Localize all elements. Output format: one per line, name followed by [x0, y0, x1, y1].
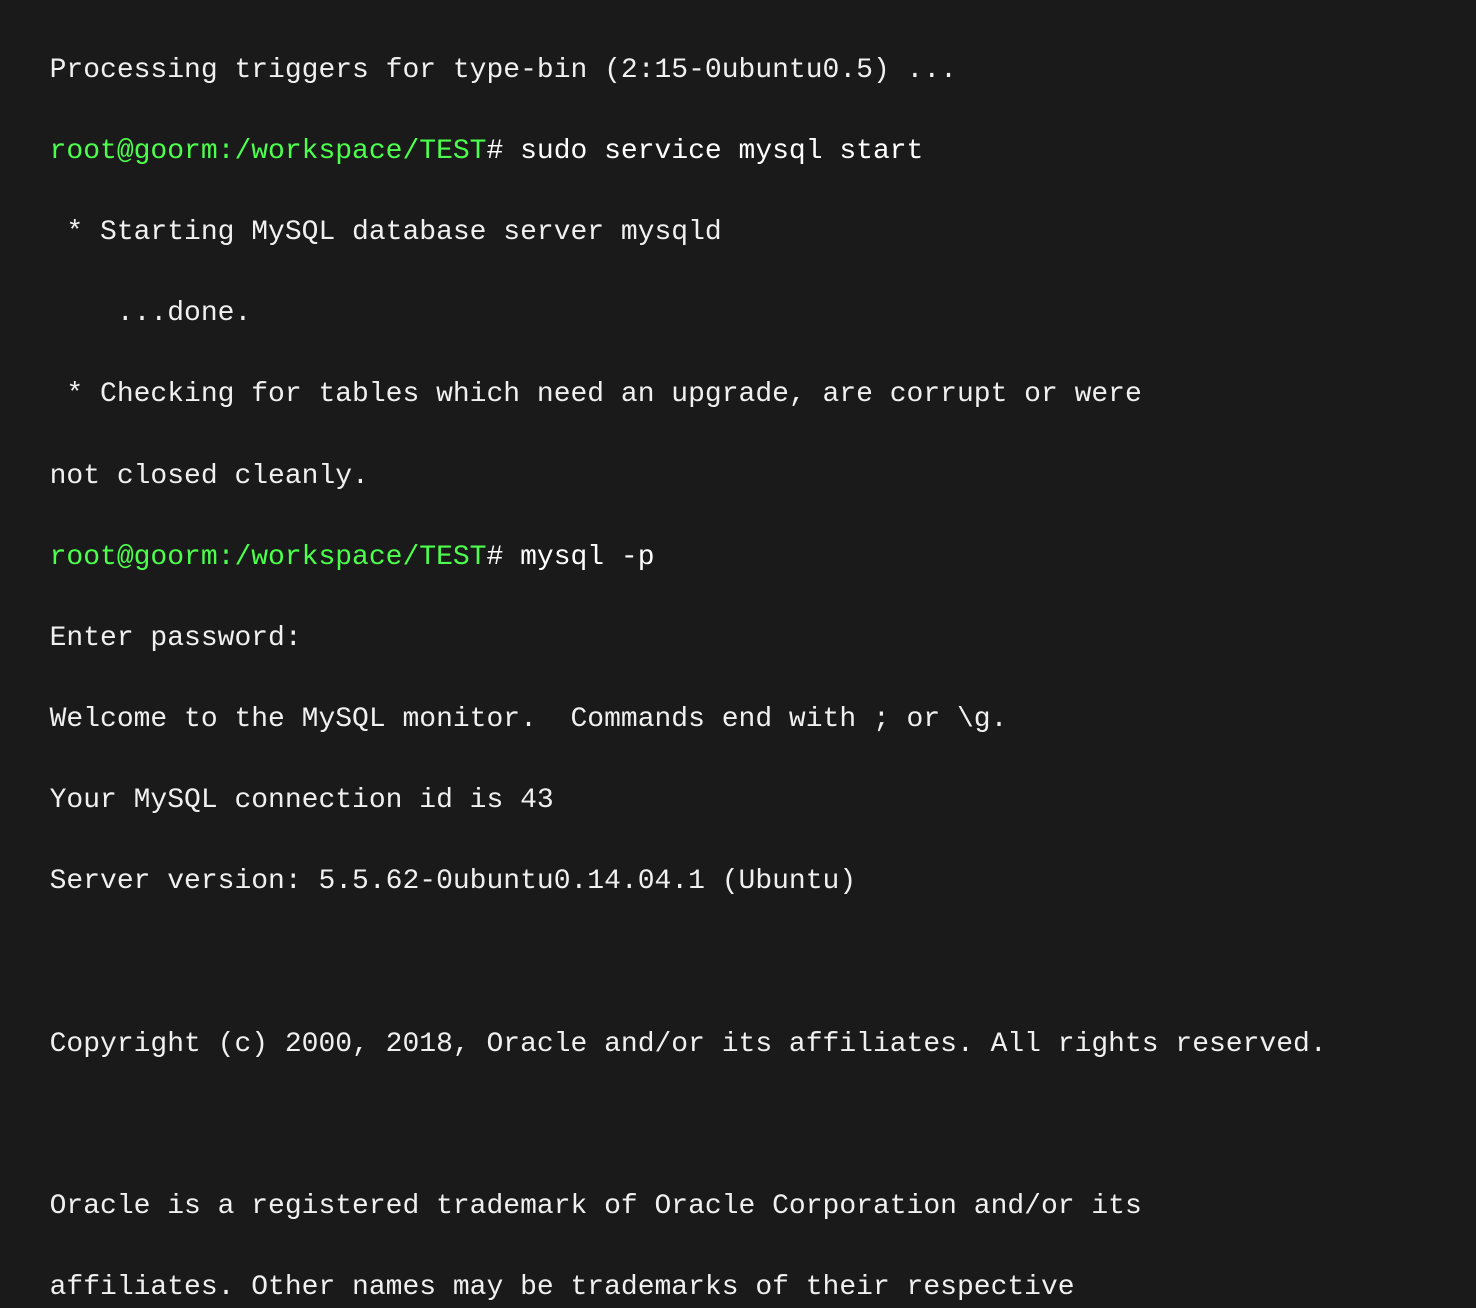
line-server-version: Server version: 5.5.62-0ubuntu0.14.04.1 …	[50, 866, 857, 897]
line-enter-password: Enter password:	[50, 623, 302, 654]
command-2: # mysql -p	[486, 542, 654, 573]
line-copyright: Copyright (c) 2000, 2018, Oracle and/or …	[50, 1029, 1327, 1060]
terminal-window: Processing triggers for type-bin (2:15-0…	[16, 10, 1460, 1308]
line-oracle-2: affiliates. Other names may be trademark…	[50, 1272, 1075, 1303]
line-not-closed: not closed cleanly.	[50, 461, 369, 492]
line-processing: Processing triggers for type-bin (2:15-0…	[50, 55, 957, 86]
line-oracle-1: Oracle is a registered trademark of Orac…	[50, 1191, 1142, 1222]
line-connection-id: Your MySQL connection id is 43	[50, 785, 554, 816]
line-starting: * Starting MySQL database server mysqld	[50, 217, 722, 248]
command-1: # sudo service mysql start	[486, 136, 923, 167]
line-welcome: Welcome to the MySQL monitor. Commands e…	[50, 704, 1008, 735]
prompt-2: root@goorm:/workspace/TEST	[50, 542, 487, 573]
prompt-1: root@goorm:/workspace/TEST	[50, 136, 487, 167]
line-done: ...done.	[50, 298, 252, 329]
line-checking: * Checking for tables which need an upgr…	[50, 379, 1142, 410]
